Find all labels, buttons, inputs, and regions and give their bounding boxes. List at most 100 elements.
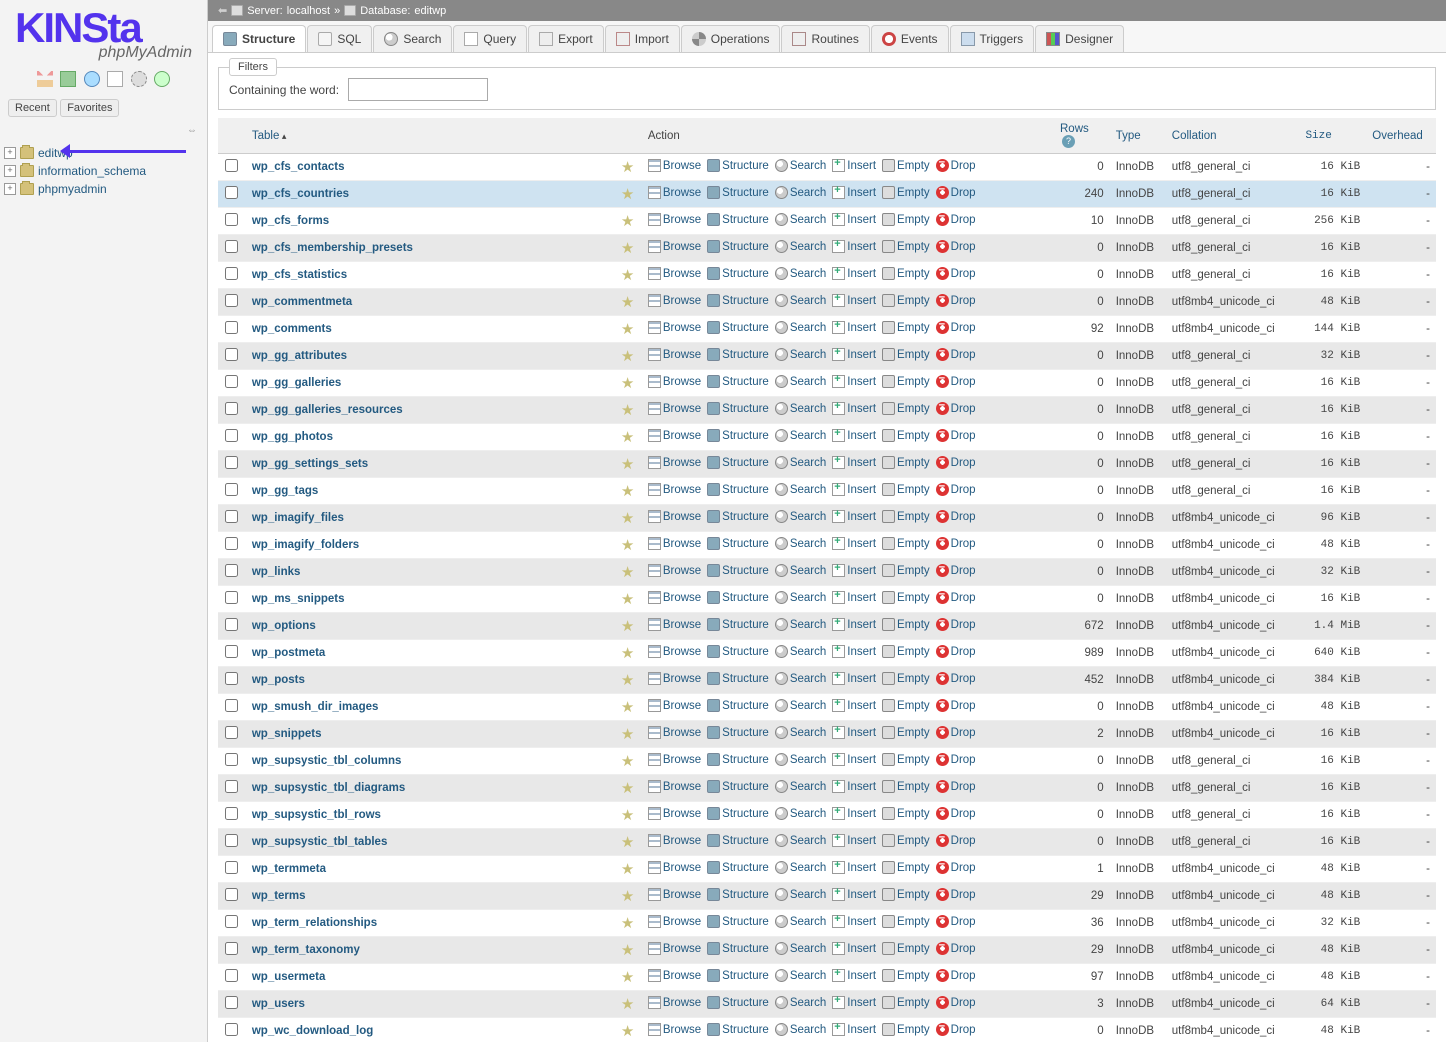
browse-action[interactable]: Browse xyxy=(648,186,701,199)
empty-action[interactable]: Empty xyxy=(882,834,930,847)
favorite-star-icon[interactable]: ★ xyxy=(621,564,634,581)
structure-action[interactable]: Structure xyxy=(707,564,769,577)
row-checkbox[interactable] xyxy=(225,861,238,874)
drop-action[interactable]: Drop xyxy=(936,915,976,928)
structure-action[interactable]: Structure xyxy=(707,618,769,631)
row-checkbox[interactable] xyxy=(225,240,238,253)
search-action[interactable]: Search xyxy=(775,807,826,820)
empty-action[interactable]: Empty xyxy=(882,159,930,172)
insert-action[interactable]: Insert xyxy=(832,699,876,712)
drop-action[interactable]: Drop xyxy=(936,375,976,388)
empty-action[interactable]: Empty xyxy=(882,375,930,388)
filter-input[interactable] xyxy=(348,78,488,101)
favorite-star-icon[interactable]: ★ xyxy=(621,510,634,527)
favorite-star-icon[interactable]: ★ xyxy=(621,942,634,959)
table-name-link[interactable]: wp_gg_photos xyxy=(252,431,333,443)
browse-action[interactable]: Browse xyxy=(648,267,701,280)
drop-action[interactable]: Drop xyxy=(936,699,976,712)
tab-query[interactable]: Query xyxy=(453,25,527,52)
row-checkbox[interactable] xyxy=(225,672,238,685)
help-icon[interactable]: ? xyxy=(1062,135,1075,148)
insert-action[interactable]: Insert xyxy=(832,429,876,442)
drop-action[interactable]: Drop xyxy=(936,807,976,820)
browse-action[interactable]: Browse xyxy=(648,213,701,226)
drop-action[interactable]: Drop xyxy=(936,456,976,469)
insert-action[interactable]: Insert xyxy=(832,564,876,577)
empty-action[interactable]: Empty xyxy=(882,564,930,577)
empty-action[interactable]: Empty xyxy=(882,456,930,469)
search-action[interactable]: Search xyxy=(775,753,826,766)
drop-action[interactable]: Drop xyxy=(936,348,976,361)
favorite-star-icon[interactable]: ★ xyxy=(621,429,634,446)
browse-action[interactable]: Browse xyxy=(648,159,701,172)
search-action[interactable]: Search xyxy=(775,888,826,901)
search-action[interactable]: Search xyxy=(775,996,826,1009)
drop-action[interactable]: Drop xyxy=(936,186,976,199)
empty-action[interactable]: Empty xyxy=(882,483,930,496)
empty-action[interactable]: Empty xyxy=(882,996,930,1009)
insert-action[interactable]: Insert xyxy=(832,267,876,280)
table-name-link[interactable]: wp_cfs_countries xyxy=(252,188,349,200)
browse-action[interactable]: Browse xyxy=(648,321,701,334)
structure-action[interactable]: Structure xyxy=(707,861,769,874)
insert-action[interactable]: Insert xyxy=(832,375,876,388)
browse-action[interactable]: Browse xyxy=(648,888,701,901)
structure-action[interactable]: Structure xyxy=(707,375,769,388)
docs-icon[interactable] xyxy=(84,71,100,87)
table-name-link[interactable]: wp_gg_attributes xyxy=(252,350,347,362)
structure-action[interactable]: Structure xyxy=(707,348,769,361)
favorite-star-icon[interactable]: ★ xyxy=(621,618,634,635)
empty-action[interactable]: Empty xyxy=(882,888,930,901)
search-action[interactable]: Search xyxy=(775,402,826,415)
insert-action[interactable]: Insert xyxy=(832,672,876,685)
favorite-star-icon[interactable]: ★ xyxy=(621,861,634,878)
empty-action[interactable]: Empty xyxy=(882,753,930,766)
favorite-star-icon[interactable]: ★ xyxy=(621,348,634,365)
browse-action[interactable]: Browse xyxy=(648,780,701,793)
browse-action[interactable]: Browse xyxy=(648,861,701,874)
row-checkbox[interactable] xyxy=(225,267,238,280)
structure-action[interactable]: Structure xyxy=(707,996,769,1009)
search-action[interactable]: Search xyxy=(775,429,826,442)
search-action[interactable]: Search xyxy=(775,213,826,226)
structure-action[interactable]: Structure xyxy=(707,240,769,253)
col-size[interactable]: Size xyxy=(1299,118,1366,154)
empty-action[interactable]: Empty xyxy=(882,267,930,280)
favorite-star-icon[interactable]: ★ xyxy=(621,294,634,311)
table-name-link[interactable]: wp_imagify_folders xyxy=(252,539,359,551)
table-name-link[interactable]: wp_wc_download_log xyxy=(252,1025,373,1037)
table-name-link[interactable]: wp_gg_tags xyxy=(252,485,318,497)
structure-action[interactable]: Structure xyxy=(707,645,769,658)
db-node-information_schema[interactable]: +information_schema xyxy=(4,162,203,180)
row-checkbox[interactable] xyxy=(225,213,238,226)
table-name-link[interactable]: wp_commentmeta xyxy=(252,296,352,308)
structure-action[interactable]: Structure xyxy=(707,591,769,604)
browse-action[interactable]: Browse xyxy=(648,969,701,982)
row-checkbox[interactable] xyxy=(225,429,238,442)
search-action[interactable]: Search xyxy=(775,483,826,496)
table-name-link[interactable]: wp_termmeta xyxy=(252,863,326,875)
drop-action[interactable]: Drop xyxy=(936,888,976,901)
row-checkbox[interactable] xyxy=(225,159,238,172)
expand-icon[interactable]: + xyxy=(4,183,16,195)
insert-action[interactable]: Insert xyxy=(832,294,876,307)
browse-action[interactable]: Browse xyxy=(648,753,701,766)
table-name-link[interactable]: wp_cfs_contacts xyxy=(252,161,345,173)
empty-action[interactable]: Empty xyxy=(882,1023,930,1036)
drop-action[interactable]: Drop xyxy=(936,483,976,496)
search-action[interactable]: Search xyxy=(775,726,826,739)
table-name-link[interactable]: wp_supsystic_tbl_tables xyxy=(252,836,388,848)
tab-operations[interactable]: Operations xyxy=(681,25,781,52)
drop-action[interactable]: Drop xyxy=(936,645,976,658)
table-name-link[interactable]: wp_postmeta xyxy=(252,647,326,659)
tab-search[interactable]: Search xyxy=(373,25,452,52)
browse-action[interactable]: Browse xyxy=(648,699,701,712)
search-action[interactable]: Search xyxy=(775,375,826,388)
tab-import[interactable]: Import xyxy=(605,25,680,52)
structure-action[interactable]: Structure xyxy=(707,483,769,496)
favorite-star-icon[interactable]: ★ xyxy=(621,780,634,797)
table-name-link[interactable]: wp_ms_snippets xyxy=(252,593,345,605)
browse-action[interactable]: Browse xyxy=(648,375,701,388)
tab-designer[interactable]: Designer xyxy=(1035,25,1124,52)
search-action[interactable]: Search xyxy=(775,186,826,199)
